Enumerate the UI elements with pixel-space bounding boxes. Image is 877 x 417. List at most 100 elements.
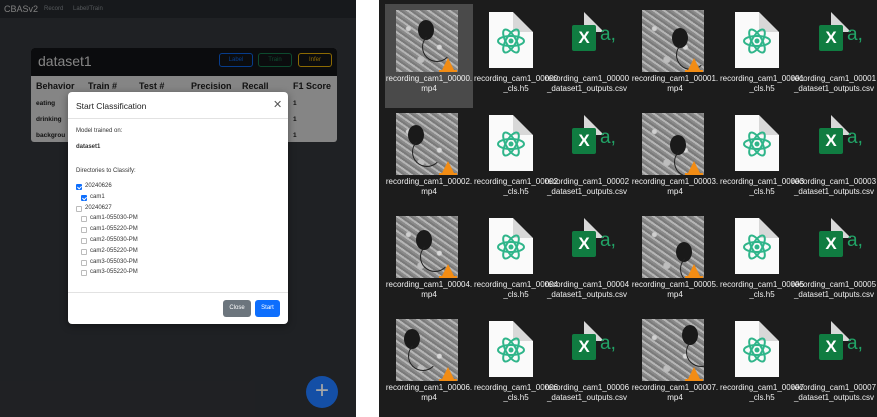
file-name: recording_cam1_00001.mp4 <box>631 74 719 93</box>
vlc-cone-icon <box>439 264 457 278</box>
trained-on-value: dataset1 <box>76 144 101 150</box>
excel-a-glyph: a, <box>847 230 863 251</box>
modal-title: Start Classification <box>76 101 147 111</box>
file-tile-csv[interactable]: Xa, recording_cam1_00006_dataset1_outputs… <box>543 313 631 417</box>
atom-icon <box>743 234 771 260</box>
file-name: recording_cam1_00004_dataset1_outputs.cs… <box>544 280 630 299</box>
file-tile-csv[interactable]: Xa, recording_cam1_00003_dataset1_outputs… <box>790 107 877 211</box>
directory-label: 20240626 <box>85 183 112 189</box>
h5-file-icon <box>489 321 533 377</box>
atom-icon <box>497 337 525 363</box>
video-thumbnail <box>396 216 458 278</box>
close-icon[interactable]: ✕ <box>273 98 282 111</box>
excel-file-icon: Xa, <box>807 115 863 171</box>
start-classification-modal: Start Classification ✕ Model trained on:… <box>68 92 288 324</box>
directory-checkbox[interactable] <box>81 248 87 255</box>
directory-label: cam2-055030-PM <box>90 237 138 243</box>
video-thumbnail <box>642 113 704 175</box>
vlc-cone-icon <box>439 58 457 72</box>
file-tile-video[interactable]: recording_cam1_00002.mp4 <box>385 107 473 211</box>
directory-label: cam1-055220-PM <box>90 226 138 233</box>
excel-file-icon: Xa, <box>560 218 616 274</box>
directory-checkbox[interactable] <box>76 184 82 190</box>
file-tile-video[interactable]: recording_cam1_00007.mp4 <box>631 313 719 417</box>
file-name: recording_cam1_00000_dataset1_outputs.cs… <box>544 74 630 93</box>
modal-header-divider <box>68 118 288 119</box>
file-name: recording_cam1_00005.mp4 <box>631 280 719 299</box>
directory-label: 20240627 <box>85 204 112 211</box>
excel-file-icon: Xa, <box>807 12 863 68</box>
file-tile-csv[interactable]: Xa, recording_cam1_00004_dataset1_outputs… <box>543 210 631 314</box>
file-name: recording_cam1_00005_dataset1_outputs.cs… <box>791 280 877 299</box>
file-name: recording_cam1_00002_dataset1_outputs.cs… <box>544 177 630 196</box>
excel-a-glyph: a, <box>847 24 863 45</box>
file-name: recording_cam1_00006_dataset1_outputs.cs… <box>544 383 630 402</box>
cbas-app-window: CBASv2 Record Label/Train dataset1 Label… <box>0 0 356 417</box>
video-thumbnail <box>396 319 458 381</box>
directory-label: cam3-055030-PM <box>90 258 138 265</box>
file-tile-video[interactable]: recording_cam1_00005.mp4 <box>631 210 719 314</box>
excel-a-glyph: a, <box>847 333 863 354</box>
directory-checkbox[interactable] <box>81 194 87 201</box>
directories-label: Directories to Classify: <box>76 168 136 174</box>
excel-a-glyph: a, <box>600 230 616 251</box>
add-fab-button[interactable]: + <box>306 376 338 408</box>
vlc-cone-icon <box>685 367 703 381</box>
modal-footer-divider <box>68 292 288 293</box>
file-tile-csv[interactable]: Xa, recording_cam1_00005_dataset1_outputs… <box>790 210 877 314</box>
video-thumbnail <box>396 10 458 72</box>
vlc-cone-icon <box>685 264 703 278</box>
vlc-cone-icon <box>685 58 703 72</box>
excel-a-glyph: a, <box>847 127 863 148</box>
atom-icon <box>497 234 525 260</box>
file-name: recording_cam1_00000.mp4 <box>385 74 473 93</box>
h5-file-icon <box>489 115 533 171</box>
excel-x-icon: X <box>819 25 843 51</box>
h5-file-icon <box>735 321 779 377</box>
excel-file-icon: Xa, <box>560 12 616 68</box>
directory-label: cam1 <box>90 193 105 200</box>
directory-checkbox[interactable] <box>81 227 87 234</box>
excel-x-icon: X <box>572 25 596 51</box>
excel-x-icon: X <box>819 128 843 154</box>
close-button[interactable]: Close <box>223 300 251 317</box>
directory-checkbox[interactable] <box>81 238 87 244</box>
file-name: recording_cam1_00003.mp4 <box>631 177 719 196</box>
vlc-cone-icon <box>439 161 457 175</box>
file-tile-csv[interactable]: Xa, recording_cam1_00001_dataset1_outputs… <box>790 4 877 108</box>
file-tile-csv[interactable]: Xa, recording_cam1_00002_dataset1_outputs… <box>543 107 631 211</box>
vlc-cone-icon <box>439 367 457 381</box>
directory-checkbox[interactable] <box>76 205 82 212</box>
file-tile-video[interactable]: recording_cam1_00004.mp4 <box>385 210 473 314</box>
file-tile-csv[interactable]: Xa, recording_cam1_00007_dataset1_outputs… <box>790 313 877 417</box>
file-tile-csv[interactable]: Xa, recording_cam1_00000_dataset1_outputs… <box>543 4 631 108</box>
atom-icon <box>743 337 771 363</box>
video-thumbnail <box>642 10 704 72</box>
directory-label: cam1-055030-PM <box>90 215 138 222</box>
file-tile-video[interactable]: recording_cam1_00006.mp4 <box>385 313 473 417</box>
file-name: recording_cam1_00003_dataset1_outputs.cs… <box>791 177 877 196</box>
directory-checkbox[interactable] <box>81 259 87 266</box>
atom-icon <box>497 131 525 157</box>
file-name: recording_cam1_00004.mp4 <box>385 280 473 299</box>
excel-file-icon: Xa, <box>807 218 863 274</box>
file-name: recording_cam1_00002.mp4 <box>385 177 473 196</box>
h5-file-icon <box>735 115 779 171</box>
file-tile-video[interactable]: recording_cam1_00003.mp4 <box>631 107 719 211</box>
excel-file-icon: Xa, <box>807 321 863 377</box>
excel-x-icon: X <box>572 231 596 257</box>
directory-label: cam2-055220-PM <box>90 247 138 254</box>
video-thumbnail <box>642 216 704 278</box>
directory-label: cam3-055220-PM <box>90 269 138 276</box>
file-tile-video[interactable]: recording_cam1_00001.mp4 <box>631 4 719 108</box>
excel-file-icon: Xa, <box>560 321 616 377</box>
video-thumbnail <box>642 319 704 381</box>
excel-a-glyph: a, <box>600 333 616 354</box>
file-tile-video[interactable]: recording_cam1_00000.mp4 <box>385 4 473 108</box>
atom-icon <box>743 131 771 157</box>
excel-x-icon: X <box>572 334 596 360</box>
start-button[interactable]: Start <box>255 300 280 317</box>
directory-checkbox[interactable] <box>81 216 87 223</box>
h5-file-icon <box>735 12 779 68</box>
directory-checkbox[interactable] <box>81 270 87 277</box>
